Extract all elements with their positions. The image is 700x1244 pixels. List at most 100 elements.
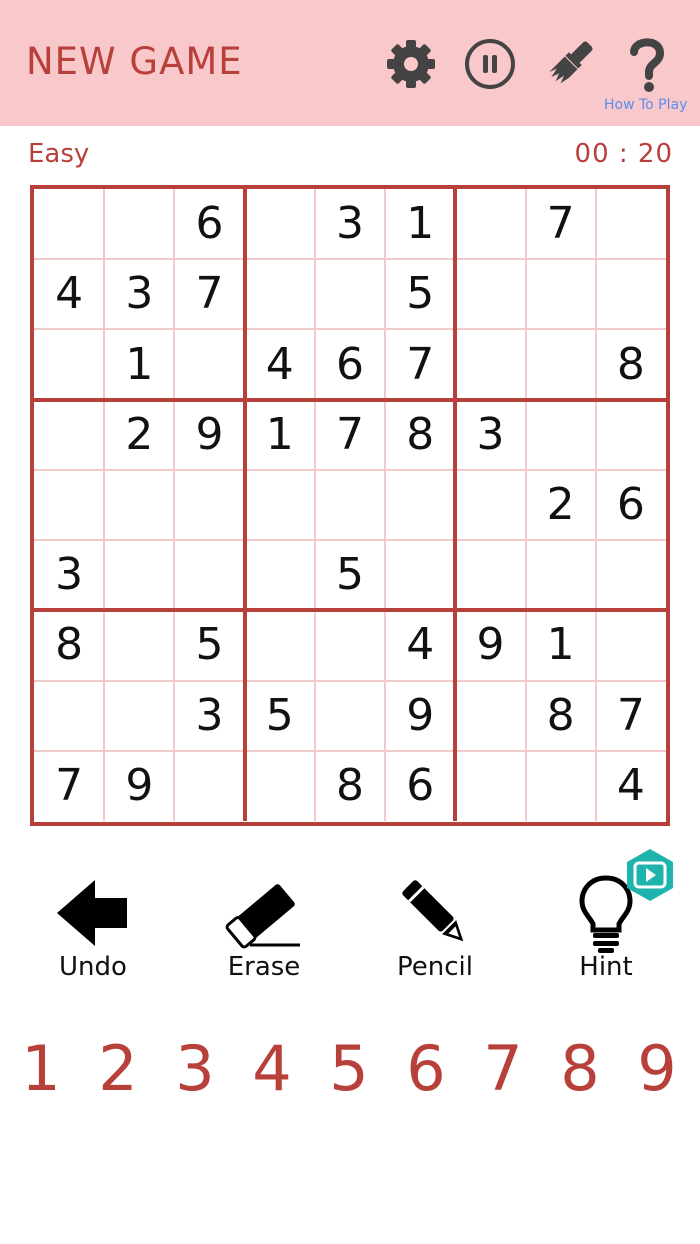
numpad-key[interactable]: 9 [622,1028,692,1108]
pencil-button[interactable]: Pencil [360,858,510,988]
board-cell[interactable] [526,540,596,610]
board-cell[interactable] [245,189,315,259]
board-cell[interactable] [104,189,174,259]
board-cell[interactable] [174,470,244,540]
numpad-key[interactable]: 1 [6,1028,76,1108]
help-question-icon[interactable] [622,34,672,94]
board-cell[interactable] [596,189,666,259]
board-cell[interactable] [245,470,315,540]
board-cell[interactable]: 7 [315,400,385,470]
board-cell[interactable] [245,259,315,329]
board-cell[interactable]: 2 [104,400,174,470]
board-cell[interactable] [455,329,525,399]
board-cell[interactable] [34,681,104,751]
board-cell[interactable] [245,540,315,610]
board-cell[interactable]: 6 [315,329,385,399]
board-cell[interactable] [34,189,104,259]
numpad-key[interactable]: 4 [237,1028,307,1108]
board-cell[interactable]: 9 [455,610,525,680]
numpad-key[interactable]: 7 [468,1028,538,1108]
board-cell[interactable]: 6 [174,189,244,259]
board-cell[interactable]: 3 [34,540,104,610]
board-cell[interactable]: 4 [245,329,315,399]
board-cell[interactable]: 7 [596,681,666,751]
board-cell[interactable]: 5 [315,540,385,610]
board-cell[interactable] [174,329,244,399]
board-cell[interactable] [455,751,525,821]
board-cell[interactable]: 9 [385,681,455,751]
board-cell[interactable] [315,259,385,329]
how-to-play-link[interactable]: How To Play [604,97,687,113]
board-cell[interactable]: 1 [526,610,596,680]
board-cell[interactable] [596,259,666,329]
paint-brush-icon[interactable] [540,36,598,94]
board-cell[interactable]: 8 [385,400,455,470]
board-cell[interactable] [315,681,385,751]
board-cell[interactable] [596,540,666,610]
board-cell[interactable]: 8 [526,681,596,751]
board-cell[interactable] [104,540,174,610]
board-cell[interactable] [104,681,174,751]
board-cell[interactable] [34,329,104,399]
board-cell[interactable] [526,751,596,821]
board-cell[interactable] [245,751,315,821]
board-cell[interactable] [596,610,666,680]
board-cell[interactable] [245,610,315,680]
board-cell[interactable]: 7 [385,329,455,399]
board-cell[interactable]: 6 [596,470,666,540]
board-cell[interactable] [596,400,666,470]
board-cell[interactable]: 7 [34,751,104,821]
board-cell[interactable]: 2 [526,470,596,540]
board-cell[interactable] [455,259,525,329]
board-cell[interactable]: 1 [385,189,455,259]
erase-button[interactable]: Erase [189,858,339,988]
numpad-key[interactable]: 8 [545,1028,615,1108]
board-cell[interactable] [174,540,244,610]
board-cell[interactable]: 5 [385,259,455,329]
numpad-key[interactable]: 5 [314,1028,384,1108]
board-cell[interactable] [455,189,525,259]
board-cell[interactable]: 1 [104,329,174,399]
board-cell[interactable] [104,470,174,540]
board-cell[interactable] [526,259,596,329]
board-cell[interactable] [315,610,385,680]
new-game-button[interactable]: NEW GAME [26,40,243,83]
board-cell[interactable] [455,540,525,610]
board-cell[interactable] [104,610,174,680]
board-cell[interactable]: 1 [245,400,315,470]
board-cell[interactable]: 8 [34,610,104,680]
numpad-key[interactable]: 6 [391,1028,461,1108]
board-cell[interactable]: 5 [174,610,244,680]
board-cell[interactable] [174,751,244,821]
board-cell[interactable]: 3 [455,400,525,470]
board-cell[interactable] [455,681,525,751]
board-cell[interactable] [455,470,525,540]
board-cell[interactable]: 3 [104,259,174,329]
board-cell[interactable] [526,329,596,399]
board-cell[interactable]: 9 [174,400,244,470]
board-cell[interactable] [315,470,385,540]
board-cell[interactable] [526,400,596,470]
undo-button[interactable]: Undo [18,858,168,988]
pencil-icon [360,868,510,958]
board-cell[interactable] [34,400,104,470]
board-cell[interactable]: 3 [174,681,244,751]
board-cell[interactable]: 4 [385,610,455,680]
board-cell[interactable]: 7 [526,189,596,259]
pause-icon[interactable] [462,36,518,92]
board-cell[interactable]: 8 [315,751,385,821]
board-cell[interactable]: 5 [245,681,315,751]
board-cell[interactable]: 4 [596,751,666,821]
numpad-key[interactable]: 3 [160,1028,230,1108]
board-cell[interactable] [385,540,455,610]
board-cell[interactable]: 4 [34,259,104,329]
board-cell[interactable] [385,470,455,540]
board-cell[interactable]: 6 [385,751,455,821]
settings-gear-icon[interactable] [383,36,439,92]
board-cell[interactable]: 8 [596,329,666,399]
numpad-key[interactable]: 2 [83,1028,153,1108]
board-cell[interactable] [34,470,104,540]
board-cell[interactable]: 3 [315,189,385,259]
board-cell[interactable]: 9 [104,751,174,821]
board-cell[interactable]: 7 [174,259,244,329]
